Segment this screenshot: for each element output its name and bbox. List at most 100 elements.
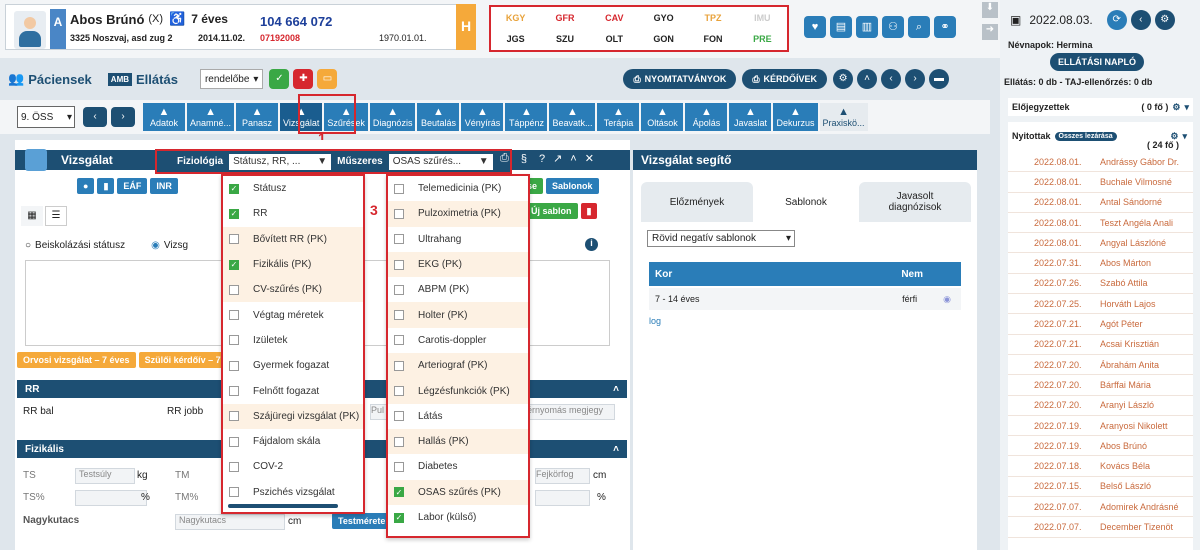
- gear-icon[interactable]: ⚙: [1154, 10, 1175, 30]
- dropdown-option[interactable]: Telemedicinia (PK): [388, 176, 528, 201]
- checkbox-icon[interactable]: [229, 284, 239, 295]
- dropdown-option[interactable]: ✓ RR: [223, 201, 363, 226]
- list-item[interactable]: 2022.07.19. Abos Brúnó: [1008, 436, 1193, 457]
- delete-icon[interactable]: ▮: [580, 203, 598, 219]
- nav-item-5[interactable]: ▲ Diagnózis: [369, 103, 416, 131]
- dropdown-option[interactable]: Fájdalom skála: [223, 429, 363, 454]
- list-item[interactable]: 2022.08.01. Angyal Lászlóné: [1008, 233, 1193, 254]
- checkbox-icon[interactable]: [229, 310, 239, 321]
- heart-icon[interactable]: ♥: [804, 16, 826, 38]
- checkbox-icon[interactable]: [394, 208, 404, 219]
- printer-icon[interactable]: ⎙: [500, 152, 509, 165]
- dropdown-option[interactable]: Pulzoximetria (PK): [388, 201, 528, 227]
- code-cell[interactable]: OLT: [606, 34, 623, 44]
- link-icon[interactable]: ⚭: [934, 16, 956, 38]
- grid-icon[interactable]: ▦: [21, 206, 43, 226]
- nav-item-0[interactable]: ▲ Adatok: [143, 103, 185, 131]
- dropdown-option[interactable]: Ultrahang: [388, 227, 528, 252]
- chart-icon[interactable]: ▮: [97, 178, 115, 194]
- code-cell[interactable]: SZU: [556, 34, 574, 44]
- info-icon[interactable]: i: [585, 238, 598, 251]
- close-all-button[interactable]: Összes lezárása: [1054, 131, 1117, 141]
- doctor-exam-button[interactable]: Orvosi vizsgálat – 7 éves: [17, 352, 136, 368]
- paragraph-icon[interactable]: §: [521, 153, 527, 165]
- checkbox-icon[interactable]: [229, 234, 239, 245]
- nav-item-2[interactable]: ▲ Panasz: [236, 103, 279, 131]
- nav-item-7[interactable]: ▲ Vényírás: [461, 103, 504, 131]
- medical-icon[interactable]: ✚: [293, 69, 314, 89]
- nav-item-1[interactable]: ▲ Anamné...: [187, 103, 235, 131]
- fontanelle-input[interactable]: Nagykutacs: [175, 514, 285, 530]
- help-icon[interactable]: ?: [539, 153, 545, 165]
- chevron-down-icon[interactable]: ▾: [1184, 102, 1189, 113]
- tab-patients[interactable]: 👥 Páciensek: [0, 64, 100, 94]
- list-item[interactable]: 2022.07.21. Agót Péter: [1008, 314, 1193, 335]
- search-icon[interactable]: ⌕: [908, 16, 930, 38]
- nav-item-9[interactable]: ▲ Beavatk...: [549, 103, 596, 131]
- dropdown-option[interactable]: Pszichés vizsgálat: [223, 480, 363, 505]
- list-item[interactable]: 2022.07.07. Adomirek Andrásné: [1008, 497, 1193, 518]
- dropdown-option[interactable]: Gyermek fogazat: [223, 353, 363, 378]
- dropdown-option[interactable]: Látás: [388, 404, 528, 429]
- dropdown-option[interactable]: ✓ Labor (külső): [388, 505, 528, 530]
- chevron-right-icon[interactable]: ›: [905, 69, 926, 89]
- code-cell[interactable]: IMU: [754, 13, 771, 23]
- new-template-button[interactable]: Új sablon: [525, 203, 578, 219]
- code-cell[interactable]: TPZ: [704, 13, 721, 23]
- list-item[interactable]: 2022.08.01. Buchale Vilmosné: [1008, 172, 1193, 193]
- dropdown-option[interactable]: Izületek: [223, 328, 363, 353]
- ts-pct-input[interactable]: [75, 490, 147, 506]
- list-item[interactable]: 2022.07.21. Acsai Krisztián: [1008, 335, 1193, 355]
- chevron-up-icon[interactable]: ˄: [857, 69, 878, 89]
- chevron-up-icon[interactable]: ˄: [570, 153, 576, 165]
- nav-item-13[interactable]: ▲ Javaslat: [729, 103, 772, 131]
- dropdown-option[interactable]: Arteriograf (PK): [388, 353, 528, 379]
- nav-item-10[interactable]: ▲ Terápia: [597, 103, 640, 131]
- document-icon[interactable]: ▤: [830, 16, 852, 38]
- code-cell[interactable]: GON: [653, 34, 674, 44]
- code-cell[interactable]: PRE: [753, 34, 772, 44]
- books-icon[interactable]: ▥: [856, 16, 878, 38]
- checkbox-icon[interactable]: [394, 436, 404, 447]
- list-item[interactable]: 2022.07.31. Abos Márton: [1008, 253, 1193, 274]
- dropdown-option[interactable]: ✓ Fizikális (PK): [223, 251, 363, 278]
- list-item[interactable]: 2022.08.01. Antal Sándorné: [1008, 193, 1193, 213]
- list-item[interactable]: 2022.07.18. Kovács Béla: [1008, 456, 1193, 477]
- checkbox-icon[interactable]: [394, 360, 404, 371]
- list-item[interactable]: 2022.07.20. Bárffai Mária: [1008, 375, 1193, 396]
- arrow-right-icon[interactable]: ➜: [982, 24, 998, 40]
- dropdown-option[interactable]: Felnőtt fogazat: [223, 378, 363, 403]
- checkbox-icon[interactable]: [229, 461, 239, 472]
- check-icon[interactable]: ✓: [269, 69, 290, 89]
- checkbox-icon[interactable]: [229, 411, 239, 422]
- arrow-down-icon[interactable]: ⬇: [982, 2, 998, 18]
- dropdown-option[interactable]: Szájüregi vizsgálat (PK): [223, 403, 363, 429]
- list-item[interactable]: 2022.07.26. Szabó Attila: [1008, 274, 1193, 295]
- template-select[interactable]: Rövid negatív sablonok ▾: [647, 230, 795, 247]
- dropdown-option[interactable]: CV-szűrés (PK): [223, 277, 363, 303]
- chevron-left-icon[interactable]: ‹: [83, 107, 107, 127]
- section-select[interactable]: 9. ÖSS ▾: [17, 106, 75, 128]
- checkbox-icon[interactable]: [394, 335, 404, 346]
- user-search-icon[interactable]: ⚇: [882, 16, 904, 38]
- booked-header[interactable]: Előjegyzettek ( 0 fő ) ⚙ ▾: [1008, 98, 1193, 116]
- chevron-left-icon[interactable]: ‹: [1130, 10, 1151, 30]
- checkbox-icon[interactable]: [394, 310, 404, 321]
- dropdown-option[interactable]: Hallás (PK): [388, 428, 528, 455]
- code-cell[interactable]: JGS: [507, 34, 525, 44]
- checkbox-checked-icon[interactable]: ✓: [394, 487, 404, 498]
- chat-icon[interactable]: ▬: [929, 69, 950, 89]
- parent-form-button[interactable]: Szülői kérdőív – 7: [138, 352, 227, 368]
- list-icon[interactable]: ☰: [45, 206, 67, 226]
- list-item[interactable]: 2022.07.07. December Tizenöt: [1008, 517, 1193, 538]
- checkbox-checked-icon[interactable]: ✓: [229, 208, 239, 219]
- checkbox-icon[interactable]: [394, 259, 404, 270]
- log-link[interactable]: log: [649, 316, 661, 326]
- code-cell[interactable]: GYO: [654, 13, 674, 23]
- templates-button[interactable]: Sablonok: [546, 178, 599, 194]
- list-item[interactable]: 2022.07.25. Horváth Lajos: [1008, 294, 1193, 315]
- tab-care[interactable]: AMB Ellátás: [100, 64, 186, 94]
- h-badge[interactable]: H: [456, 4, 476, 50]
- checkbox-icon[interactable]: [229, 386, 239, 397]
- checkbox-checked-icon[interactable]: ✓: [229, 183, 239, 194]
